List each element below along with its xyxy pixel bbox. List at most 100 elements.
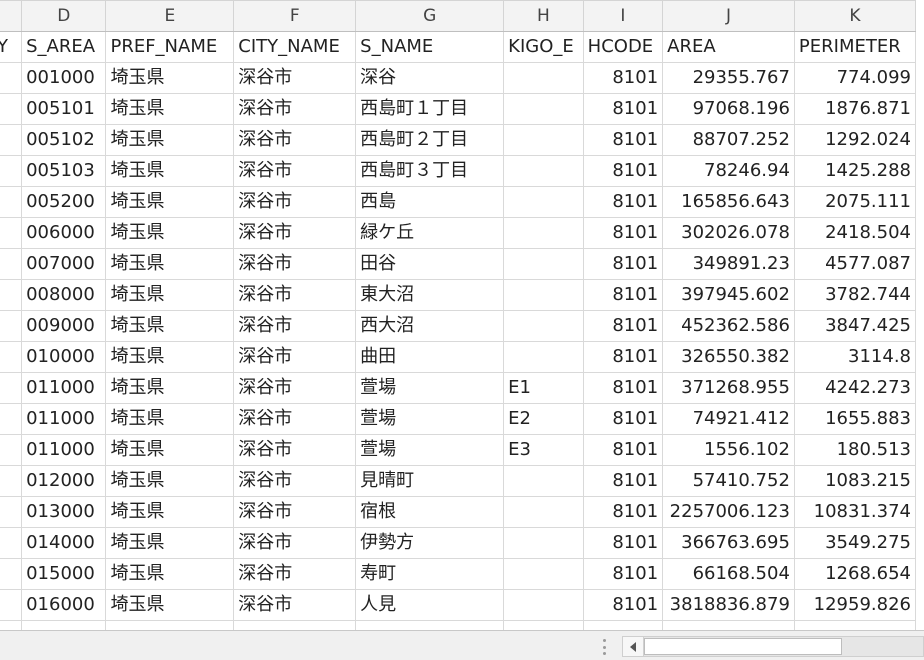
cell[interactable]: CITY_NAME [233,31,357,63]
cell[interactable]: 349891.23 [662,248,795,280]
cell[interactable]: 埼玉県 [105,527,235,559]
cell[interactable]: 2418.504 [793,217,917,249]
cell[interactable]: 1083.215 [793,465,917,497]
cell[interactable]: 88707.252 [662,124,795,156]
column-header-cell[interactable]: G [355,0,505,32]
cell[interactable]: 萱場 [355,372,505,404]
cell[interactable]: 伊勢方 [355,527,505,559]
cell[interactable]: 8101 [582,248,664,280]
cell[interactable]: 3818836.879 [662,589,795,621]
column-header-cell[interactable]: E [105,0,235,32]
cell[interactable]: 774.099 [793,62,917,94]
cell[interactable]: 8101 [582,372,664,404]
cell[interactable]: 1556.102 [662,434,795,466]
cell[interactable]: 3782.744 [793,279,917,311]
cell[interactable]: 埼玉県 [105,62,235,94]
cell[interactable] [0,434,23,466]
cell[interactable]: 8101 [582,589,664,621]
cell[interactable]: 009000 [21,310,107,342]
cell[interactable] [0,620,23,630]
cell[interactable]: 埼玉県 [105,589,235,621]
cell[interactable]: 366763.695 [662,527,795,559]
cell[interactable]: 016000 [21,589,107,621]
cell[interactable]: 012000 [21,465,107,497]
cell[interactable] [355,620,505,630]
cell[interactable]: HCODE [582,31,664,63]
cell[interactable]: Y [0,31,23,63]
cell[interactable]: 8101 [582,434,664,466]
cell[interactable] [503,527,584,559]
cell[interactable]: 8101 [582,465,664,497]
cell[interactable] [0,372,23,404]
column-header-cell[interactable]: F [233,0,357,32]
sheet-tab-splitter[interactable] [600,639,608,655]
cell[interactable]: 埼玉県 [105,93,235,125]
cell[interactable] [503,279,584,311]
cell[interactable] [503,496,584,528]
cell[interactable] [0,248,23,280]
cell[interactable]: 397945.602 [662,279,795,311]
cell[interactable]: 8101 [582,310,664,342]
cell[interactable]: 8101 [582,279,664,311]
cell[interactable]: 深谷市 [233,403,357,435]
cell[interactable]: 深谷市 [233,434,357,466]
cell[interactable] [503,186,584,218]
cell[interactable]: 緑ケ丘 [355,217,505,249]
cell[interactable]: PREF_NAME [105,31,235,63]
cell[interactable] [0,155,23,187]
cell[interactable]: 006000 [21,217,107,249]
cell[interactable]: 011000 [21,403,107,435]
cell[interactable]: 8101 [582,186,664,218]
cell[interactable]: 深谷市 [233,248,357,280]
cell[interactable]: 人見 [355,589,505,621]
cell[interactable]: E1 [503,372,584,404]
cell[interactable]: 005103 [21,155,107,187]
cell[interactable] [503,93,584,125]
cell[interactable] [105,620,235,630]
scroll-left-button[interactable] [623,637,644,656]
cell[interactable] [0,124,23,156]
cell[interactable]: 埼玉県 [105,434,235,466]
cell[interactable] [503,620,584,630]
cell[interactable]: 深谷市 [233,279,357,311]
cell[interactable] [582,620,664,630]
cell[interactable]: 302026.078 [662,217,795,249]
cell[interactable]: 165856.643 [662,186,795,218]
cell[interactable]: 007000 [21,248,107,280]
cell[interactable]: 011000 [21,434,107,466]
cell[interactable] [503,155,584,187]
cell[interactable]: 東大沼 [355,279,505,311]
cell[interactable]: 埼玉県 [105,124,235,156]
cell[interactable]: 埼玉県 [105,155,235,187]
cell[interactable]: 2075.111 [793,186,917,218]
cell[interactable]: 寿町 [355,558,505,590]
cell[interactable]: 深谷市 [233,465,357,497]
cell[interactable]: 12959.826 [793,589,917,621]
cell[interactable]: 深谷市 [233,527,357,559]
cell[interactable]: 8101 [582,155,664,187]
cell[interactable]: 深谷市 [233,62,357,94]
cell[interactable]: 深谷市 [233,589,357,621]
cell[interactable] [0,589,23,621]
cell[interactable]: 005101 [21,93,107,125]
cell[interactable]: 深谷市 [233,372,357,404]
cell[interactable] [21,620,107,630]
cell[interactable] [0,496,23,528]
column-header-cell[interactable]: I [582,0,664,32]
cell[interactable]: 180.513 [793,434,917,466]
cell[interactable] [503,341,584,373]
column-header-cell[interactable]: D [21,0,107,32]
cell[interactable] [503,589,584,621]
cell[interactable]: 74921.412 [662,403,795,435]
cell[interactable]: 3549.275 [793,527,917,559]
cell[interactable]: 西大沼 [355,310,505,342]
cell[interactable]: 10831.374 [793,496,917,528]
cell[interactable]: 西島町３丁目 [355,155,505,187]
cell[interactable] [0,527,23,559]
cell[interactable]: 1876.871 [793,93,917,125]
spreadsheet-grid[interactable]: DEFGHIJKYS_AREAPREF_NAMECITY_NAMES_NAMEK… [0,0,924,630]
cell[interactable]: 西島 [355,186,505,218]
cell[interactable]: 8101 [582,93,664,125]
cell[interactable] [503,248,584,280]
cell[interactable]: 埼玉県 [105,403,235,435]
